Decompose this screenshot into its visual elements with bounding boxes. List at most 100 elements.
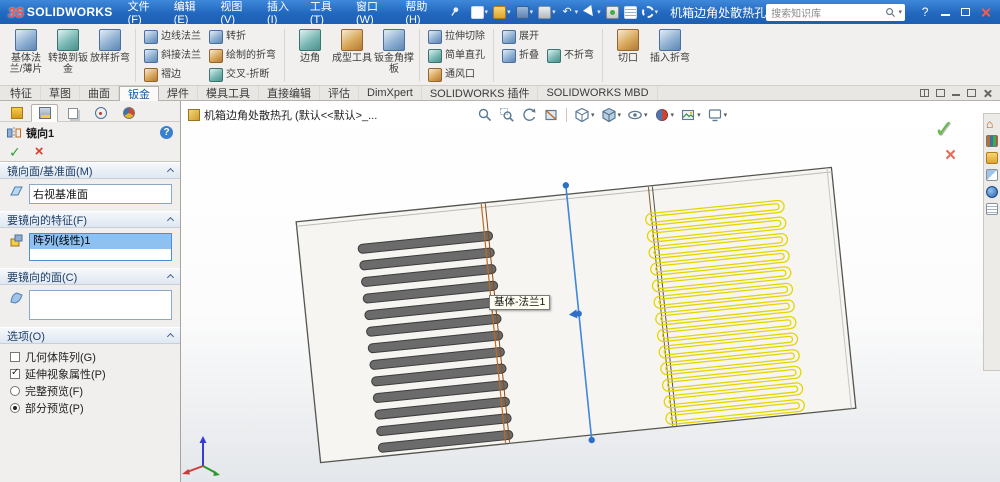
rip-button[interactable]: 切口 (607, 26, 649, 85)
doc-restore-icon[interactable] (967, 89, 976, 97)
file-explorer-icon[interactable] (986, 152, 998, 164)
hide-show-items-button[interactable]: ▾ (626, 106, 649, 124)
button-label: 边角 (300, 53, 320, 64)
pm-ok-button[interactable]: ✓ (9, 145, 21, 159)
knowledge-search-box[interactable]: 搜索知识库 ▾ (766, 3, 905, 21)
design-library-icon[interactable] (986, 135, 998, 147)
feature-manager-tab[interactable] (3, 104, 30, 122)
mirror-plane-selection-box[interactable]: 右视基准面 (29, 184, 172, 204)
undo-button[interactable]: ↶ ▾ (559, 5, 581, 20)
display-style-button[interactable]: ▾ (600, 106, 623, 124)
display-manager-tab[interactable] (115, 104, 142, 122)
faces-selection-box[interactable] (29, 290, 172, 320)
features-selection-box[interactable]: 阵列(线性)1 (29, 233, 172, 261)
section-view-button[interactable] (542, 106, 560, 124)
hem-icon (144, 67, 158, 82)
fold-button[interactable]: 折叠 (498, 47, 543, 64)
open-button[interactable]: ▾ (491, 5, 513, 20)
propagate-visual-option[interactable]: 延伸视象属性(P) (0, 365, 180, 382)
hem-button[interactable]: 褶边 (140, 66, 205, 83)
configuration-manager-tab[interactable] (59, 104, 86, 122)
select-button[interactable]: ▾ (581, 5, 603, 20)
tab-surfaces[interactable]: 曲面 (80, 86, 119, 100)
pm-cancel-button[interactable]: × (35, 144, 44, 159)
view-palette-icon[interactable] (986, 169, 998, 181)
doc-close-icon[interactable] (983, 89, 992, 98)
tab-weldments[interactable]: 焊件 (159, 86, 198, 100)
close-button[interactable] (976, 3, 996, 21)
section-header-faces-to-mirror[interactable]: 要镜向的面(C) (0, 268, 180, 285)
apply-scene-button[interactable]: ▾ (679, 106, 702, 124)
corners-button[interactable]: 边角 (289, 26, 331, 85)
view-settings-button[interactable]: ▾ (706, 106, 729, 124)
lofted-bend-button[interactable]: 放样折弯 (89, 26, 131, 85)
print-button[interactable]: ▾ (536, 5, 558, 20)
ribbon-group-fold: 展开 折叠 (498, 26, 543, 85)
pin-menu-icon[interactable] (450, 6, 461, 18)
tab-dimxpert[interactable]: DimXpert (359, 86, 422, 100)
sheet-metal-gusset-button[interactable]: 钣金角撑板 (373, 26, 415, 85)
zoom-area-button[interactable] (498, 106, 516, 124)
view-orientation-button[interactable]: ▾ (573, 106, 596, 124)
tab-solidworks-addins[interactable]: SOLIDWORKS 插件 (422, 86, 539, 100)
collapse-chevron-icon (166, 167, 175, 176)
tab-evaluate[interactable]: 评估 (320, 86, 359, 100)
section-header-features-to-mirror[interactable]: 要镜向的特征(F) (0, 211, 180, 228)
search-caret-icon[interactable]: ▾ (898, 8, 902, 16)
vent-button[interactable]: 通风口 (424, 66, 489, 83)
file-properties-button[interactable] (622, 5, 639, 20)
new-document-button[interactable]: ▾ (469, 5, 491, 20)
tab-sheet-metal[interactable]: 钣金 (119, 86, 159, 101)
tab-sketch[interactable]: 草图 (41, 86, 80, 100)
selected-feature-item[interactable]: 阵列(线性)1 (30, 234, 171, 249)
feature-tree-collapsed[interactable]: 机箱边角处散热孔 (默认<<默认>_... (188, 107, 377, 123)
options-button[interactable]: ▾ (640, 5, 661, 19)
insert-bends-button[interactable]: 插入折弯 (649, 26, 691, 85)
tab-direct-editing[interactable]: 直接编辑 (259, 86, 320, 100)
full-preview-radio[interactable] (10, 385, 20, 396)
convert-to-sheet-metal-button[interactable]: 转换到钣金 (47, 26, 89, 85)
help-button[interactable]: ? (915, 3, 935, 21)
graphics-area[interactable]: 机箱边角处散热孔 (默认<<默认>_... ▾ ▾ ▾ ▾ ▾ ▾ 基体-法兰1… (181, 101, 1000, 482)
propagate-visual-checkbox[interactable] (10, 367, 20, 379)
no-bends-button[interactable]: 不折弯 (543, 47, 598, 64)
help-icon[interactable]: ? (160, 126, 173, 139)
partial-preview-radio[interactable] (10, 402, 20, 413)
edit-appearance-button[interactable]: ▾ (653, 106, 676, 124)
restore-button[interactable] (955, 3, 975, 21)
solidworks-resources-icon[interactable]: ⌂ (986, 118, 998, 130)
extruded-cut-button[interactable]: 拉伸切除 (424, 28, 489, 45)
save-button[interactable]: ▾ (514, 5, 536, 20)
partial-preview-option[interactable]: 部分预览(P) (0, 399, 180, 416)
confirm-cancel-button[interactable]: × (945, 145, 956, 167)
zoom-fit-button[interactable] (476, 106, 494, 124)
previous-view-button[interactable] (520, 106, 538, 124)
cross-break-button[interactable]: 交叉-折断 (205, 66, 280, 83)
unfold-button[interactable]: 展开 (498, 28, 543, 45)
geometry-pattern-option[interactable]: 几何体阵列(G) (0, 348, 180, 365)
minimize-button[interactable] (935, 3, 955, 21)
appearances-scenes-icon[interactable] (986, 186, 998, 198)
tab-mold-tools[interactable]: 模具工具 (198, 86, 259, 100)
section-header-mirror-plane[interactable]: 镜向面/基准面(M) (0, 162, 180, 179)
sketched-bend-button[interactable]: 绘制的折弯 (205, 47, 280, 64)
geometry-pattern-checkbox[interactable] (10, 351, 20, 362)
doc-tile-icon[interactable] (920, 89, 929, 97)
rebuild-button[interactable] (604, 5, 621, 20)
section-header-options[interactable]: 选项(O) (0, 327, 180, 344)
property-manager-tab[interactable] (31, 104, 58, 122)
tab-features[interactable]: 特征 (2, 86, 41, 100)
full-preview-option[interactable]: 完整预览(F) (0, 382, 180, 399)
edge-flange-button[interactable]: 边线法兰 (140, 28, 205, 45)
doc-pane-icon[interactable] (936, 89, 945, 97)
confirm-ok-button[interactable]: ✓ (934, 115, 954, 144)
forming-tool-button[interactable]: 成型工具 (331, 26, 373, 85)
tab-solidworks-mbd[interactable]: SOLIDWORKS MBD (538, 86, 658, 100)
miter-flange-button[interactable]: 斜接法兰 (140, 47, 205, 64)
dimxpert-manager-tab[interactable] (87, 104, 114, 122)
base-flange-button[interactable]: 基体法兰/薄片 (5, 26, 47, 85)
jog-button[interactable]: 转折 (205, 28, 280, 45)
custom-properties-icon[interactable] (986, 203, 998, 215)
doc-minimize-icon[interactable] (952, 94, 960, 96)
simple-hole-button[interactable]: 简单直孔 (424, 47, 489, 64)
